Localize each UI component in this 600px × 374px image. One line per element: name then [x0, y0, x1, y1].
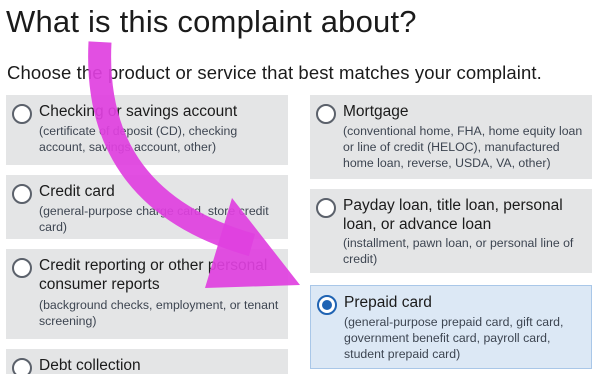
option-mortgage[interactable]: Mortgage (conventional home, FHA, home e… — [310, 95, 592, 179]
page-title: What is this complaint about? — [6, 4, 417, 39]
option-description: (installment, pawn loan, or personal lin… — [343, 236, 574, 266]
option-label: Prepaid card — [344, 294, 432, 311]
option-description: (certificate of deposit (CD), checking a… — [39, 124, 238, 154]
option-label: Debt collection — [39, 357, 141, 374]
option-checking-savings[interactable]: Checking or savings account (certificate… — [6, 95, 288, 165]
option-label: Checking or savings account — [39, 103, 238, 120]
radio-checking-savings[interactable] — [12, 104, 32, 124]
option-label: Credit card — [39, 183, 115, 200]
radio-payday-loan[interactable] — [316, 198, 336, 218]
radio-mortgage[interactable] — [316, 104, 336, 124]
option-debt-collection[interactable]: Debt collection — [6, 349, 288, 374]
page-subtitle: Choose the product or service that best … — [7, 62, 542, 83]
option-label: Mortgage — [343, 103, 409, 120]
option-credit-reporting[interactable]: Credit reporting or other personal consu… — [6, 249, 288, 339]
option-description: (background checks, employment, or tenan… — [39, 298, 279, 328]
option-prepaid-card[interactable]: Prepaid card (general-purpose prepaid ca… — [310, 285, 592, 369]
option-credit-card[interactable]: Credit card (general-purpose charge card… — [6, 175, 288, 239]
option-description: (general-purpose charge card, store cred… — [39, 204, 269, 234]
radio-debt-collection[interactable] — [12, 358, 32, 374]
option-description: (conventional home, FHA, home equity loa… — [343, 124, 583, 170]
radio-prepaid-card[interactable] — [317, 295, 337, 315]
radio-credit-card[interactable] — [12, 184, 32, 204]
option-label: Credit reporting or other personal consu… — [39, 257, 268, 293]
option-label: Payday loan, title loan, personal loan, … — [343, 197, 563, 233]
option-payday-loan[interactable]: Payday loan, title loan, personal loan, … — [310, 189, 592, 273]
radio-credit-reporting[interactable] — [12, 258, 32, 278]
option-description: (general-purpose prepaid card, gift card… — [344, 315, 564, 361]
